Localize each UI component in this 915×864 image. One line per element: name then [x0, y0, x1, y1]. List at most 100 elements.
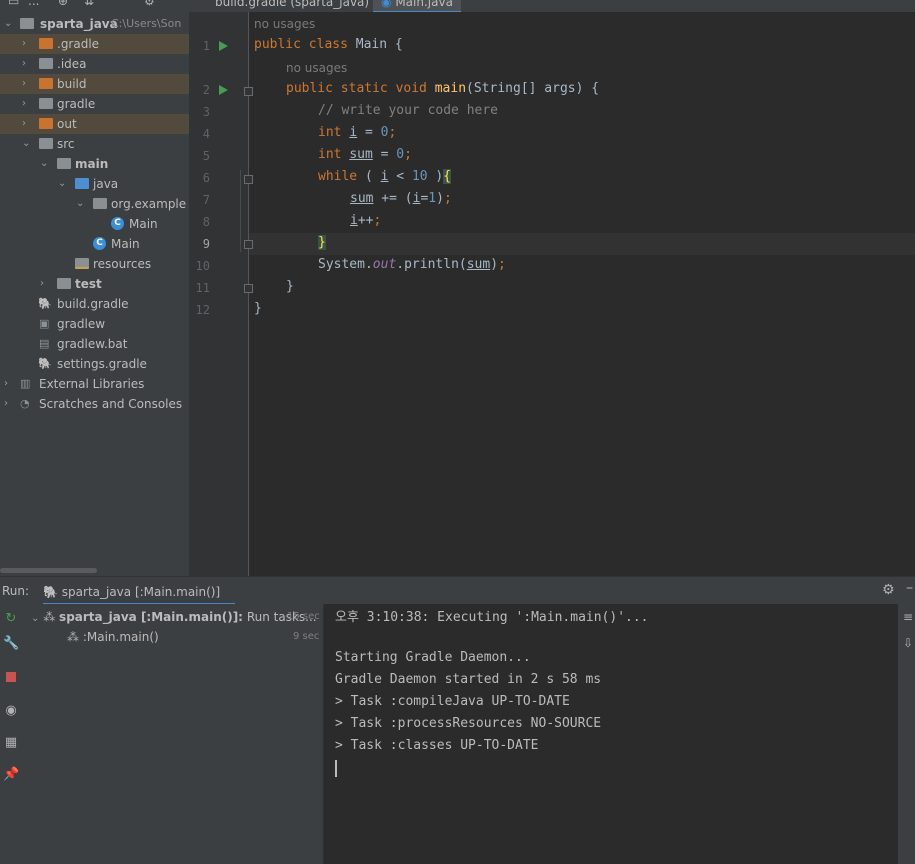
tree-item-gradlew[interactable]: ▣ gradlew — [0, 314, 189, 334]
chevron-right-icon[interactable]: › — [22, 74, 26, 94]
run-gutter-icon[interactable] — [219, 41, 228, 51]
locate-icon[interactable]: ⊕ — [58, 0, 68, 8]
line-number: 11 — [195, 281, 210, 295]
tree-item-main-class-nested[interactable]: C Main — [0, 214, 189, 234]
gradle-elephant-icon: 🐘 — [38, 297, 52, 310]
code-line-8: i++; — [350, 213, 382, 228]
line-number: 7 — [202, 193, 210, 207]
line-number: 1 — [202, 39, 210, 53]
line-number: 6 — [202, 171, 210, 185]
tree-item-gradle-dir[interactable]: › .gradle — [0, 34, 189, 54]
code-line-4: int i = 0; — [318, 125, 397, 140]
code-line-6: while ( i < 10 ){ — [318, 169, 452, 184]
libraries-icon: ▥ — [20, 377, 31, 390]
inlay-hint-usages[interactable]: no usages — [254, 17, 315, 31]
run-toolbar: ↻ 🔧 ◉ ▦ 📌 — [0, 604, 25, 864]
eye-icon[interactable]: ◉ — [3, 703, 19, 719]
project-view-icon[interactable]: ▭ — [8, 0, 19, 8]
wrench-icon[interactable]: 🔧 — [3, 636, 19, 652]
code-editor[interactable] — [249, 12, 915, 576]
tree-item-java[interactable]: ⌄ java — [0, 174, 189, 194]
text-file-icon: ▤ — [39, 337, 50, 350]
line-number: 9 — [202, 237, 210, 251]
folder-icon — [57, 158, 71, 169]
chevron-right-icon[interactable]: › — [4, 374, 8, 394]
scroll-to-end-icon[interactable]: ⇩ — [903, 636, 913, 650]
tree-item-gradlew-bat[interactable]: ▤ gradlew.bat — [0, 334, 189, 354]
inlay-hint-usages[interactable]: no usages — [286, 61, 347, 75]
folder-icon — [39, 38, 53, 49]
gear-icon[interactable]: ⚙ — [882, 582, 895, 598]
chevron-down-icon[interactable]: ⌄ — [40, 154, 48, 174]
fold-marker[interactable] — [244, 175, 253, 184]
chevron-down-icon[interactable]: ⌄ — [58, 174, 66, 194]
folder-icon — [39, 138, 53, 149]
tree-item-out[interactable]: › out — [0, 114, 189, 134]
class-icon: C — [93, 237, 106, 250]
tree-item-settings-gradle[interactable]: 🐘 settings.gradle — [0, 354, 189, 374]
chevron-right-icon[interactable]: › — [22, 34, 26, 54]
folder-icon — [39, 118, 53, 129]
run-gutter-icon[interactable] — [219, 85, 228, 95]
tree-item-build[interactable]: › build — [0, 74, 189, 94]
soft-wrap-icon[interactable]: ≡ — [903, 610, 913, 624]
console-output[interactable] — [323, 604, 899, 864]
class-icon: ◉ — [381, 0, 392, 9]
fold-marker[interactable] — [244, 284, 253, 293]
tree-item-build-gradle[interactable]: 🐘 build.gradle — [0, 294, 189, 314]
chevron-right-icon[interactable]: › — [40, 274, 44, 294]
tree-item-main[interactable]: ⌄ main — [0, 154, 189, 174]
horizontal-scrollbar[interactable] — [0, 568, 97, 573]
options-icon[interactable]: ⌃ — [112, 0, 122, 8]
chevron-down-icon[interactable]: ⌄ — [76, 194, 84, 214]
tree-item-test[interactable]: › test — [0, 274, 189, 294]
tree-item-sparta-java[interactable]: ⌄ sparta_java C:\Users\Son — [0, 14, 189, 34]
fold-marker[interactable] — [244, 240, 253, 249]
chevron-down-icon[interactable]: ⌄ — [31, 613, 39, 624]
stop-icon[interactable] — [3, 669, 19, 685]
project-folder-icon — [20, 18, 34, 29]
minimize-icon[interactable]: – — [906, 580, 913, 596]
run-tree-item-root[interactable]: ⌄ ⁂ sparta_java [:Main.main()]: Run task… — [31, 608, 321, 626]
chevron-right-icon[interactable]: › — [4, 394, 8, 414]
run-panel-header: Run: 🐘 sparta_java [:Main.main()] × ⚙ – — [0, 576, 915, 621]
code-line-12: } — [254, 301, 262, 316]
scope-indicator — [240, 170, 241, 252]
tree-item-org-example[interactable]: ⌄ org.example — [0, 194, 189, 214]
tab-run-configuration[interactable]: 🐘 sparta_java [:Main.main()] × — [43, 581, 235, 621]
tree-item-gradle[interactable]: › gradle — [0, 94, 189, 114]
tab-build-gradle[interactable]: build.gradle (sparta_java) × — [207, 0, 395, 11]
layout-icon[interactable]: ▦ — [3, 735, 19, 751]
code-line-1: public class Main { — [254, 37, 403, 52]
folder-icon — [39, 58, 53, 69]
rerun-icon[interactable]: ↻ — [3, 611, 19, 627]
chevron-right-icon[interactable]: › — [22, 54, 26, 74]
run-label: Run: — [2, 584, 30, 598]
code-line-10: System.out.println(sum); — [318, 257, 506, 272]
run-tree-item-main[interactable]: ⁂ :Main.main() — [67, 628, 267, 646]
elapsed-time: 9 sec — [293, 631, 320, 642]
console-line: > Task :compileJava UP-TO-DATE — [335, 694, 570, 709]
project-toolbar-label[interactable]: ... — [28, 0, 39, 8]
gradle-elephant-icon: 🐘 — [38, 357, 52, 370]
collapse-all-icon[interactable]: ⇊ — [84, 0, 94, 8]
tree-item-idea[interactable]: › .idea — [0, 54, 189, 74]
tree-item-main-class[interactable]: C Main — [0, 234, 189, 254]
tree-item-scratches[interactable]: › ◔ Scratches and Consoles — [0, 394, 189, 414]
chevron-right-icon[interactable]: › — [22, 94, 26, 114]
gear-icon[interactable]: ⚙ — [144, 0, 155, 8]
tree-item-external-libraries[interactable]: › ▥ External Libraries — [0, 374, 189, 394]
chevron-down-icon[interactable]: ⌄ — [4, 14, 12, 34]
terminal-file-icon: ▣ — [39, 317, 50, 330]
tree-item-src[interactable]: ⌄ src — [0, 134, 189, 154]
console-line: Starting Gradle Daemon... — [335, 650, 531, 665]
fold-marker[interactable] — [244, 87, 253, 96]
pin-icon[interactable]: 📌 — [3, 767, 19, 783]
gradle-elephant-icon: 🐘 — [43, 585, 58, 599]
chevron-right-icon[interactable]: › — [22, 114, 26, 134]
source-folder-icon — [75, 178, 89, 189]
console-line: > Task :processResources NO-SOURCE — [335, 716, 602, 731]
chevron-down-icon[interactable]: ⌄ — [22, 134, 30, 154]
tree-item-resources[interactable]: resources — [0, 254, 189, 274]
project-panel: ▭ ... ⊕ ⇊ ⌃ ⚙ ⌄ sparta_java C:\Users\Son… — [0, 0, 189, 576]
